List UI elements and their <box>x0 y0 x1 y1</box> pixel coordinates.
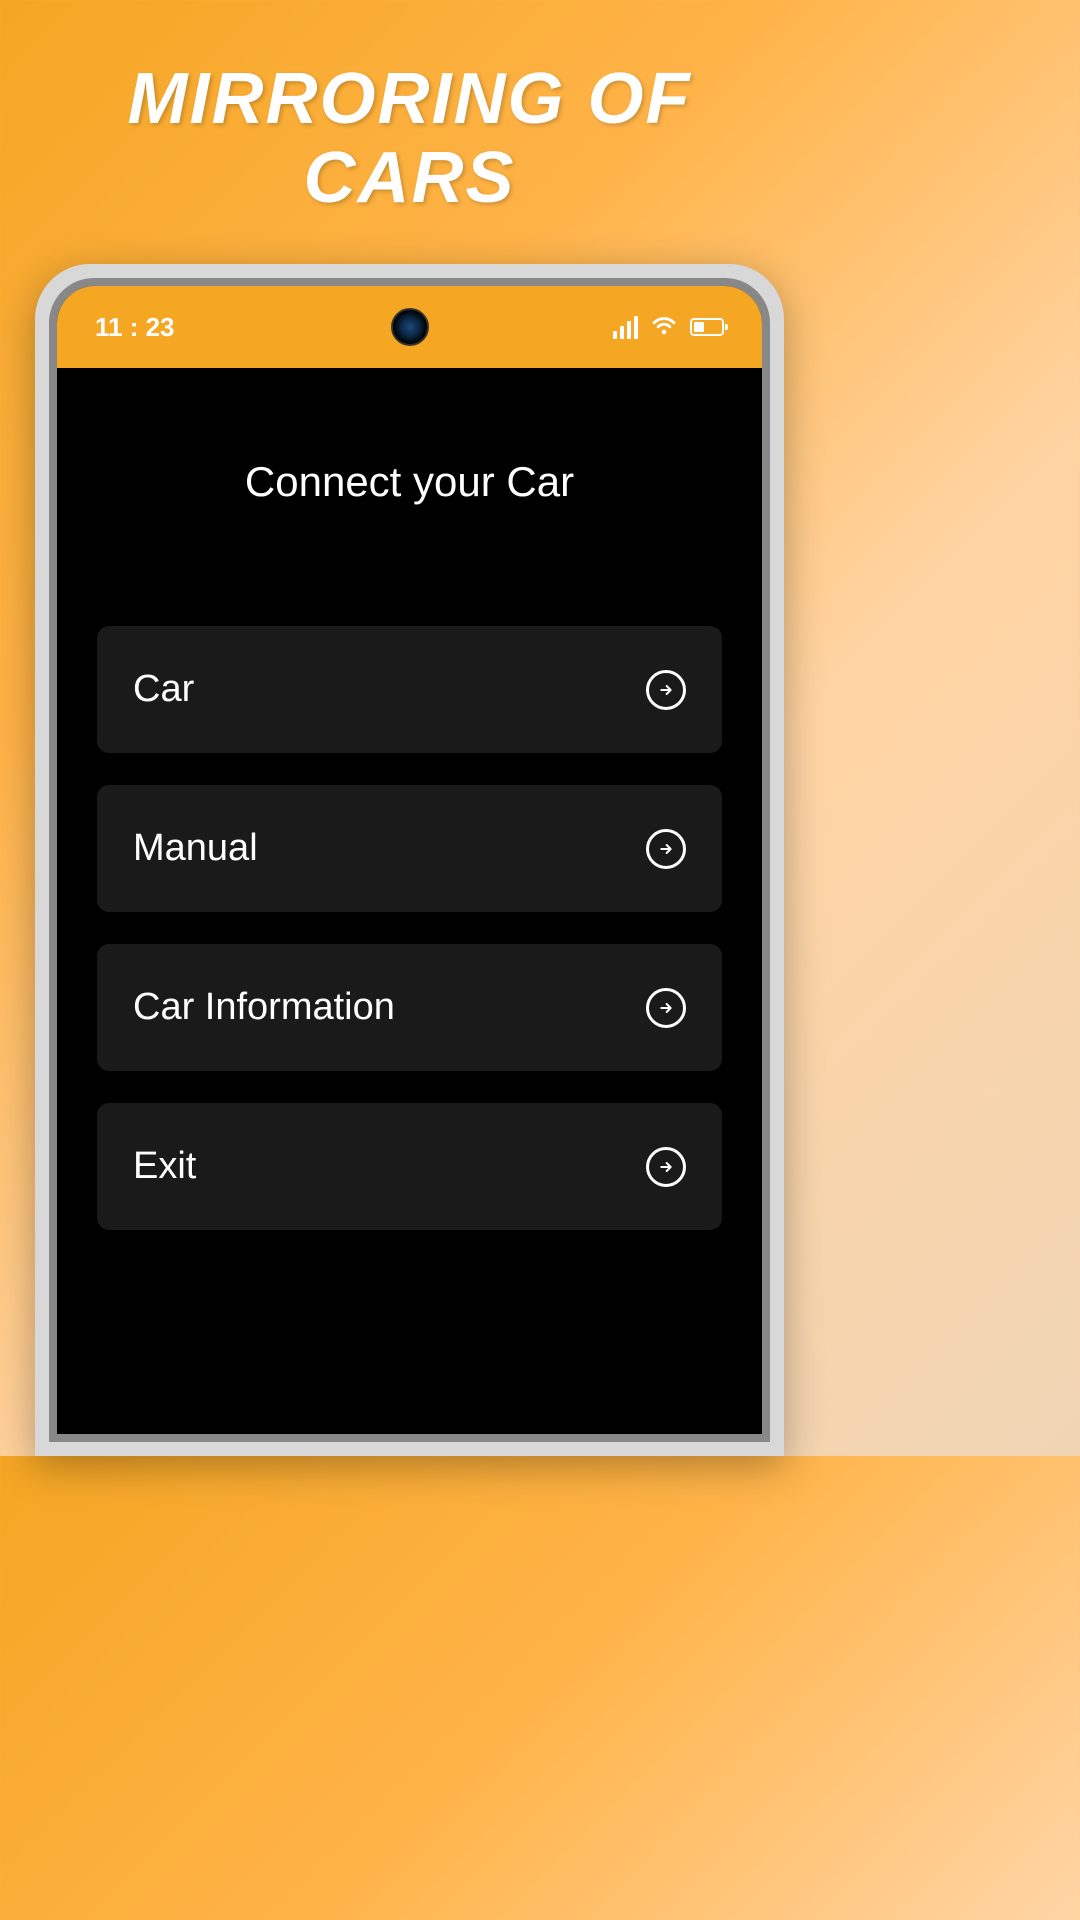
arrow-right-circle-icon <box>646 988 686 1028</box>
phone-inner: 11 : 23 <box>49 278 770 1442</box>
app-content: Connect your Car Car Manual <box>57 368 762 1270</box>
menu-list: Car Manual <box>97 626 722 1230</box>
status-time: 11 : 23 <box>95 312 175 343</box>
arrow-right-circle-icon <box>646 1147 686 1187</box>
status-bar: 11 : 23 <box>57 286 762 368</box>
promo-title: MIRRORING OF CARS <box>0 0 819 248</box>
arrow-right-circle-icon <box>646 829 686 869</box>
menu-item-exit[interactable]: Exit <box>97 1103 722 1230</box>
arrow-right-circle-icon <box>646 670 686 710</box>
wifi-icon <box>650 311 678 344</box>
phone-frame: 11 : 23 <box>35 264 784 1456</box>
menu-item-manual[interactable]: Manual <box>97 785 722 912</box>
menu-label: Car <box>133 668 194 711</box>
phone-screen: 11 : 23 <box>57 286 762 1434</box>
menu-item-car-information[interactable]: Car Information <box>97 944 722 1071</box>
signal-icon <box>613 316 638 339</box>
menu-label: Car Information <box>133 986 395 1029</box>
status-icons <box>613 311 724 344</box>
page-title: Connect your Car <box>97 458 722 506</box>
menu-label: Manual <box>133 827 258 870</box>
camera-notch <box>391 308 429 346</box>
menu-label: Exit <box>133 1145 196 1188</box>
menu-item-car[interactable]: Car <box>97 626 722 753</box>
battery-icon <box>690 318 724 336</box>
